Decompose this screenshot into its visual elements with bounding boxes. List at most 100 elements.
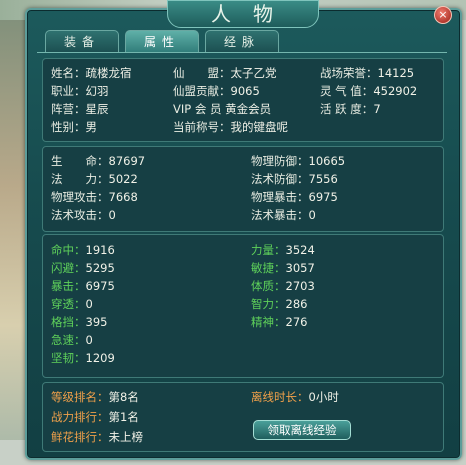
flower-rank-row: 鲜花排行：未上榜 (51, 430, 143, 444)
contrib-row: 仙盟贡献：9065 (173, 84, 260, 98)
hp-row: 生 命：87697 (51, 154, 145, 168)
mdef-row: 法术防御：7556 (251, 172, 338, 186)
attr-row: 格挡：395 (51, 315, 107, 329)
attr-label: 急速： (51, 333, 86, 347)
attr-label: 坚韧： (51, 351, 86, 365)
attr-right-row: 精神：276 (251, 315, 307, 329)
hp-value: 87697 (108, 154, 146, 168)
mp-value: 5022 (108, 172, 138, 186)
tab-equipment[interactable]: 装备 (45, 30, 119, 53)
attr-right-row: 体质：2703 (251, 279, 315, 293)
vip-label: VIP 会 员 (173, 102, 222, 116)
name-label: 姓名： (51, 66, 86, 80)
window-title: 人物 (211, 2, 295, 26)
attr-right-row: 力量：3524 (251, 243, 315, 257)
patk-label: 物理攻击： (51, 190, 109, 204)
pcrit-value: 6975 (308, 190, 338, 204)
gender-value: 男 (85, 120, 98, 134)
attr-right-label: 精神： (251, 315, 286, 329)
attr-row: 急速：0 (51, 333, 93, 347)
claim-offline-exp-button[interactable]: 领取离线经验 (253, 420, 351, 440)
class-label: 职业： (51, 84, 86, 98)
mcrit-value: 0 (308, 208, 316, 222)
pdef-label: 物理防御： (251, 154, 309, 168)
attr-right-value: 2703 (285, 279, 315, 293)
alliance-row: 仙 盟：太子乙党 (173, 66, 277, 80)
camp-row: 阵营：星辰 (51, 102, 109, 116)
attr-right-row: 智力：286 (251, 297, 307, 311)
alliance-label: 仙 盟： (173, 66, 231, 80)
attr-right-value: 3524 (285, 243, 315, 257)
ranking-panel: 等级排名：第8名 战力排行：第1名 鲜花排行：未上榜 离线时长：0小时 领取离线… (42, 382, 444, 452)
camp-label: 阵营： (51, 102, 86, 116)
active-row: 活 跃 度：7 (320, 102, 381, 116)
level-rank-label: 等级排名： (51, 390, 109, 404)
pdef-row: 物理防御：10665 (251, 154, 345, 168)
power-rank-row: 战力排行：第1名 (51, 410, 139, 424)
attr-row: 穿透：0 (51, 297, 93, 311)
attr-label: 穿透： (51, 297, 86, 311)
contrib-value: 9065 (230, 84, 260, 98)
close-button[interactable]: × (434, 6, 452, 24)
matk-row: 法术攻击：0 (51, 208, 116, 222)
attr-label: 暴击： (51, 279, 86, 293)
attr-right-label: 力量： (251, 243, 286, 257)
vip-value: 黄金会员 (225, 102, 272, 116)
offline-row: 离线时长：0小时 (251, 390, 339, 404)
honor-value: 14125 (377, 66, 415, 80)
flower-rank-label: 鲜花排行： (51, 430, 109, 444)
attr-right-label: 敏捷： (251, 261, 286, 275)
attr-label: 命中： (51, 243, 86, 257)
level-rank-value: 第8名 (108, 390, 139, 404)
honor-row: 战场荣誉：14125 (320, 66, 414, 80)
tab-meridians[interactable]: 经脉 (205, 30, 279, 53)
honor-label: 战场荣誉： (320, 66, 378, 80)
attr-label: 闪避： (51, 261, 86, 275)
title-row: 当前称号：我的键盘呢 (173, 120, 288, 134)
attributes-panel: 命中：1916 闪避：5295 暴击：6975 穿透：0 格挡：395 急速：0… (42, 234, 444, 378)
spirit-value: 452902 (373, 84, 418, 98)
gender-label: 性别： (51, 120, 86, 134)
character-window: 人物 × 装备 属性 经脉 姓名：疏楼龙宿 职业：幻羽 阵营：星辰 性别：男 仙… (25, 0, 462, 460)
hp-label: 生 命： (51, 154, 109, 168)
matk-label: 法术攻击： (51, 208, 109, 222)
attr-row: 坚韧：1209 (51, 351, 115, 365)
contrib-label: 仙盟贡献： (173, 84, 231, 98)
title-plate: 人物 (167, 0, 319, 28)
flower-rank-value: 未上榜 (108, 430, 144, 444)
basic-info-panel: 姓名：疏楼龙宿 职业：幻羽 阵营：星辰 性别：男 仙 盟：太子乙党 仙盟贡献：9… (42, 58, 444, 142)
tab-attributes[interactable]: 属性 (125, 30, 199, 53)
offline-value: 0小时 (308, 390, 339, 404)
attr-value: 0 (85, 333, 93, 347)
name-value: 疏楼龙宿 (85, 66, 132, 80)
title-label: 当前称号： (173, 120, 231, 134)
offline-label: 离线时长： (251, 390, 309, 404)
gender-row: 性别：男 (51, 120, 97, 134)
attr-right-label: 智力： (251, 297, 286, 311)
attr-right-label: 体质： (251, 279, 286, 293)
attr-value: 0 (85, 297, 93, 311)
attr-right-row: 敏捷：3057 (251, 261, 315, 275)
mp-row: 法 力：5022 (51, 172, 138, 186)
attr-row: 暴击：6975 (51, 279, 115, 293)
attr-right-value: 3057 (285, 261, 315, 275)
mcrit-label: 法术暴击： (251, 208, 309, 222)
attr-right-value: 286 (285, 297, 308, 311)
pcrit-label: 物理暴击： (251, 190, 309, 204)
attr-row: 命中：1916 (51, 243, 115, 257)
attr-row: 闪避：5295 (51, 261, 115, 275)
spirit-row: 灵 气 值：452902 (320, 84, 417, 98)
active-value: 7 (373, 102, 381, 116)
camp-value: 星辰 (85, 102, 109, 116)
active-label: 活 跃 度： (320, 102, 374, 116)
matk-value: 0 (108, 208, 116, 222)
attr-label: 格挡： (51, 315, 86, 329)
attr-value: 395 (85, 315, 108, 329)
attr-value: 5295 (85, 261, 115, 275)
attr-value: 6975 (85, 279, 115, 293)
class-row: 职业：幻羽 (51, 84, 109, 98)
level-rank-row: 等级排名：第8名 (51, 390, 139, 404)
mp-label: 法 力： (51, 172, 109, 186)
class-value: 幻羽 (85, 84, 109, 98)
vip-row: VIP 会 员 黄金会员 (173, 102, 271, 116)
